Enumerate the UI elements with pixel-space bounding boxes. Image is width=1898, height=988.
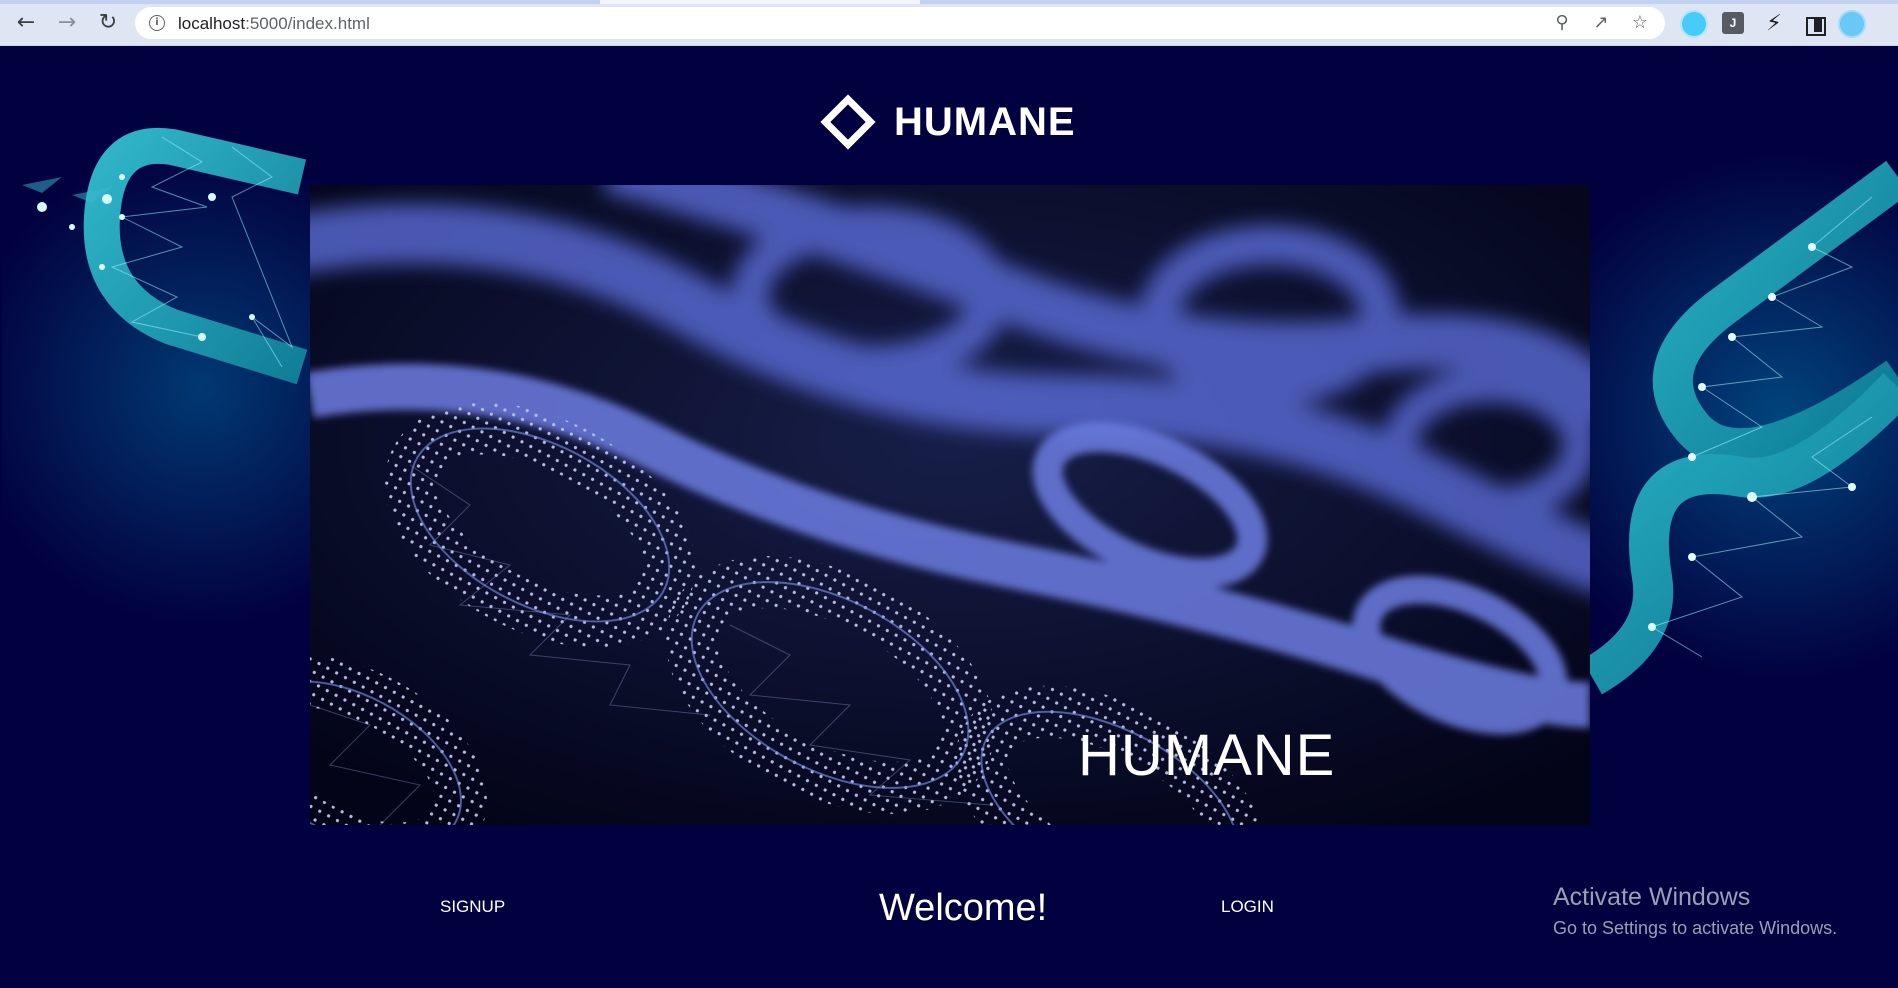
- tab-strip: [0, 0, 1898, 4]
- back-icon[interactable]: ←: [12, 9, 40, 37]
- site-info-icon[interactable]: i: [149, 15, 165, 31]
- address-bar[interactable]: i localhost:5000/index.html ⚲ ↗ ☆: [135, 7, 1665, 39]
- url-host: localhost: [178, 14, 246, 33]
- hero-title: HUMANE: [1078, 723, 1336, 788]
- hero-banner: HUMANE: [310, 185, 1590, 825]
- welcome-heading: Welcome!: [879, 887, 1048, 929]
- bookmark-star-icon[interactable]: ☆: [1629, 12, 1651, 34]
- side-panel-icon[interactable]: [1800, 10, 1828, 38]
- chain-network-image: [310, 185, 1590, 825]
- decorative-chain-right-image: [1581, 160, 1898, 695]
- zoom-icon[interactable]: ⚲: [1551, 12, 1573, 34]
- signup-link[interactable]: SIGNUP: [440, 897, 505, 917]
- brand-name: HUMANE: [894, 99, 1076, 144]
- url-path: :5000/index.html: [245, 14, 370, 33]
- activate-windows-title: Activate Windows: [1553, 883, 1751, 911]
- page: HUMANE HUMANE SIGNUP Welcome! LOGIN Acti…: [2, 47, 1898, 988]
- extension-j-icon[interactable]: J: [1722, 12, 1744, 34]
- diamond-logo-icon: [820, 94, 876, 150]
- browser-toolbar: ← → ↻ i localhost:5000/index.html ⚲ ↗ ☆ …: [0, 0, 1898, 46]
- forward-icon[interactable]: →: [53, 9, 81, 37]
- reload-icon[interactable]: ↻: [94, 9, 122, 37]
- profile-avatar-icon[interactable]: [1838, 10, 1866, 38]
- decorative-chain-left-image: [22, 127, 308, 385]
- brand-header[interactable]: HUMANE: [820, 92, 1076, 152]
- extension-circle-icon[interactable]: [1680, 10, 1708, 38]
- activate-windows-subtitle: Go to Settings to activate Windows.: [1553, 918, 1838, 938]
- url-text[interactable]: localhost:5000/index.html: [178, 14, 370, 34]
- share-icon[interactable]: ↗: [1590, 12, 1612, 34]
- login-link[interactable]: LOGIN: [1221, 897, 1274, 917]
- activate-windows-watermark: Activate Windows Go to Settings to activ…: [1553, 883, 1837, 939]
- extensions-puzzle-icon[interactable]: ⚡: [1760, 10, 1788, 38]
